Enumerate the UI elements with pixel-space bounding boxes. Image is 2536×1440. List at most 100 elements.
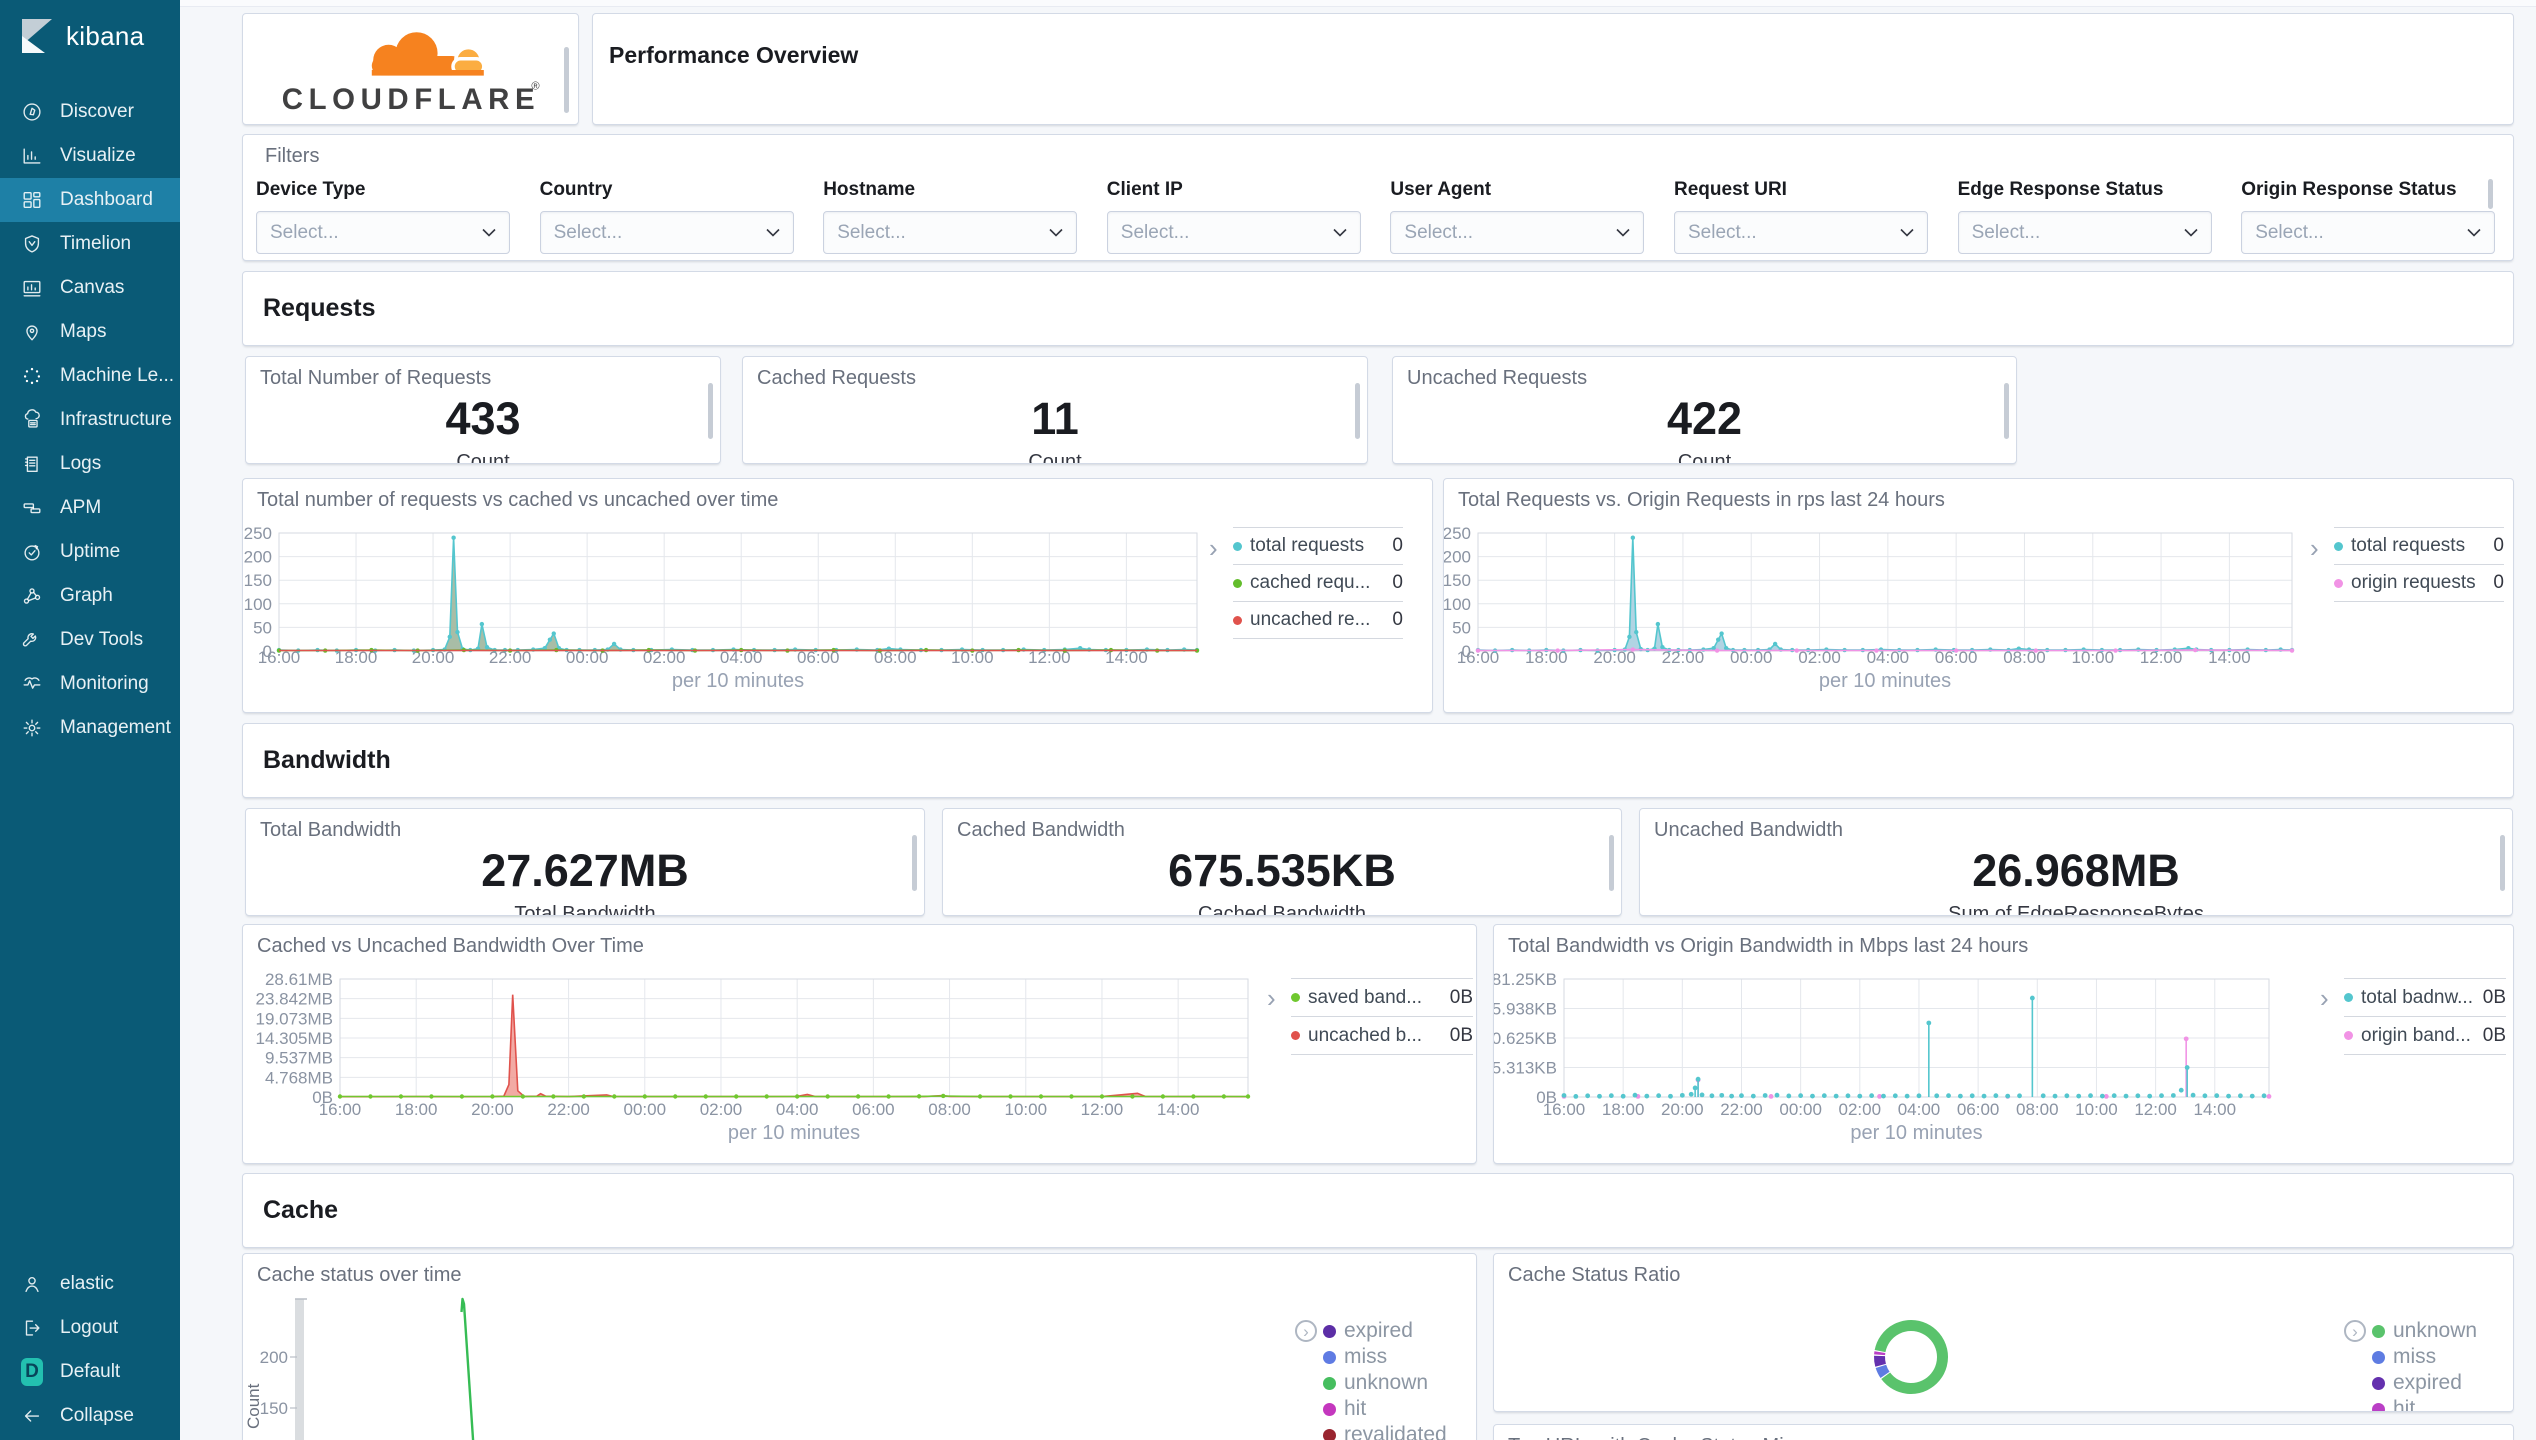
legend-item-origin-band[interactable]: origin band... 0B	[2344, 1016, 2506, 1055]
legend-item-expired[interactable]: expired	[2372, 1370, 2500, 1396]
legend-toggle-icon[interactable]: ›	[1209, 535, 1218, 561]
chart-title: Top URIs with Cache Status Miss	[1508, 1435, 1804, 1440]
sidebar-item-default[interactable]: D Default	[0, 1350, 180, 1394]
sidebar-item-label: Machine Le...	[60, 365, 175, 386]
legend-item-total-badnw[interactable]: total badnw... 0B	[2344, 978, 2506, 1016]
legend-item-saved-band[interactable]: saved band... 0B	[1291, 978, 1473, 1016]
sidebar-item-machine-le[interactable]: Machine Le...	[0, 354, 180, 398]
panel-scrollbar[interactable]	[2004, 383, 2009, 439]
legend-dot	[1291, 1031, 1300, 1040]
filter-select-device-type[interactable]: Select...	[256, 211, 510, 254]
filter-select-origin-response-status[interactable]: Select...	[2241, 211, 2496, 254]
filter-label: Client IP	[1106, 179, 1183, 200]
legend-label: origin requests	[2351, 572, 2476, 593]
svg-text:04:00: 04:00	[776, 1100, 819, 1119]
filter-select-request-uri[interactable]: Select...	[1674, 211, 1928, 254]
sidebar-item-visualize[interactable]: Visualize	[0, 134, 180, 178]
sidebar-item-canvas[interactable]: Canvas	[0, 266, 180, 310]
legend-toggle-icon[interactable]: ›	[2344, 1320, 2366, 1342]
svg-text:Count: Count	[244, 1383, 263, 1429]
panel-scrollbar[interactable]	[564, 47, 569, 113]
legend-item-miss[interactable]: miss	[1323, 1344, 1463, 1370]
sidebar-item-apm[interactable]: APM	[0, 486, 180, 530]
svg-text:10:00: 10:00	[2075, 1100, 2118, 1119]
bandwidth-section-header: Bandwidth	[242, 723, 2514, 798]
legend-toggle-icon[interactable]: ›	[2320, 985, 2329, 1011]
legend-toggle-icon[interactable]: ›	[1267, 985, 1276, 1011]
metric-value: 422	[1666, 393, 1743, 444]
legend-item-total-requests[interactable]: total requests 0	[1233, 527, 1403, 564]
legend-dot	[2372, 1324, 2385, 1338]
legend-item-expired[interactable]: expired	[1323, 1318, 1463, 1344]
svg-text:per 10 minutes: per 10 minutes	[1850, 1122, 1982, 1144]
legend-label: cached requ...	[1250, 572, 1371, 593]
legend-item-uncached-b[interactable]: uncached b... 0B	[1291, 1016, 1473, 1055]
sidebar-item-discover[interactable]: Discover	[0, 90, 180, 134]
legend-item-uncached-re[interactable]: uncached re... 0	[1233, 601, 1403, 639]
panel-scrollbar[interactable]	[912, 835, 917, 891]
sidebar-item-label: Infrastructure	[60, 409, 172, 430]
sidebar-item-logout[interactable]: Logout	[0, 1306, 180, 1350]
legend-item-total-requests[interactable]: total requests 0	[2334, 527, 2504, 564]
legend-item-unknown[interactable]: unknown	[1323, 1370, 1463, 1396]
filter-label: Device Type	[256, 179, 366, 200]
legend-item-hit[interactable]: hit	[1323, 1396, 1463, 1422]
kibana-logo[interactable]: kibana	[0, 0, 180, 72]
sidebar-item-dev-tools[interactable]: Dev Tools	[0, 618, 180, 662]
filter-select-user-agent[interactable]: Select...	[1390, 211, 1645, 254]
filter-select-hostname[interactable]: Select...	[823, 211, 1078, 254]
sidebar-item-timelion[interactable]: Timelion	[0, 222, 180, 266]
kibana-logo-icon	[22, 19, 52, 53]
filter-select-country[interactable]: Select...	[539, 211, 794, 254]
sidebar-item-infrastructure[interactable]: Infrastructure	[0, 398, 180, 442]
sidebar-item-collapse[interactable]: Collapse	[0, 1394, 180, 1438]
svg-text:150: 150	[244, 571, 272, 590]
legend-dot	[1291, 993, 1300, 1002]
dashboard-icon	[21, 189, 43, 211]
metric-value: 26.968MB	[1972, 845, 2180, 896]
legend-item-cached-requ[interactable]: cached requ... 0	[1233, 564, 1403, 601]
filter-device-type: Device Type Select...	[256, 179, 510, 254]
logout-icon	[21, 1317, 43, 1339]
legend-item-hit[interactable]: hit	[2372, 1396, 2500, 1411]
legend-toggle-icon[interactable]: ›	[2310, 535, 2319, 561]
legend-item-unknown[interactable]: unknown	[2372, 1318, 2500, 1344]
panel-scrollbar[interactable]	[1609, 835, 1614, 891]
svg-text:50: 50	[253, 618, 272, 637]
legend-item-miss[interactable]: miss	[2372, 1344, 2500, 1370]
logs-icon	[21, 453, 43, 475]
space-default-badge: D	[21, 1358, 43, 1386]
filter-select-client-ip[interactable]: Select...	[1106, 211, 1361, 254]
legend-label: uncached re...	[1250, 609, 1371, 630]
legend-value: 0B	[1449, 1024, 1473, 1046]
filters-panel: Filters Device Type Select... Country Selec…	[242, 134, 2514, 261]
sidebar-item-graph[interactable]: Graph	[0, 574, 180, 618]
select-placeholder: Select...	[1120, 221, 1190, 243]
sidebar-item-label: Graph	[60, 585, 113, 606]
graph-icon	[21, 585, 43, 607]
sidebar-item-logs[interactable]: Logs	[0, 442, 180, 486]
legend-dot	[2334, 578, 2343, 588]
sidebar-item-dashboard[interactable]: Dashboard	[0, 178, 180, 222]
svg-text:195.313KB: 195.313KB	[1494, 1059, 1557, 1078]
panel-scrollbar[interactable]	[2500, 835, 2505, 891]
svg-text:per 10 minutes: per 10 minutes	[728, 1122, 860, 1144]
legend-item-revalidated[interactable]: revalidated	[1323, 1422, 1463, 1440]
legend-toggle-icon[interactable]: ›	[1295, 1320, 1317, 1342]
panel-scrollbar[interactable]	[1355, 383, 1360, 439]
sidebar-item-uptime[interactable]: Uptime	[0, 530, 180, 574]
sidebar-item-monitoring[interactable]: Monitoring	[0, 662, 180, 706]
chart-title: Cached vs Uncached Bandwidth Over Time	[257, 935, 644, 957]
sidebar-item-management[interactable]: Management	[0, 706, 180, 750]
filter-label: Hostname	[823, 179, 916, 200]
metric-caption: Count	[456, 451, 510, 464]
svg-text:200: 200	[260, 1348, 288, 1367]
metric-value: 27.627MB	[481, 845, 689, 896]
filter-select-edge-response-status[interactable]: Select...	[1957, 211, 2212, 254]
sidebar-item-maps[interactable]: Maps	[0, 310, 180, 354]
panel-scrollbar[interactable]	[708, 383, 713, 439]
sidebar-item-elastic[interactable]: elastic	[0, 1262, 180, 1306]
legend-item-origin-requests[interactable]: origin requests 0	[2334, 564, 2504, 602]
sidebar-item-label: APM	[60, 497, 102, 518]
panel-scrollbar[interactable]	[2488, 179, 2493, 209]
